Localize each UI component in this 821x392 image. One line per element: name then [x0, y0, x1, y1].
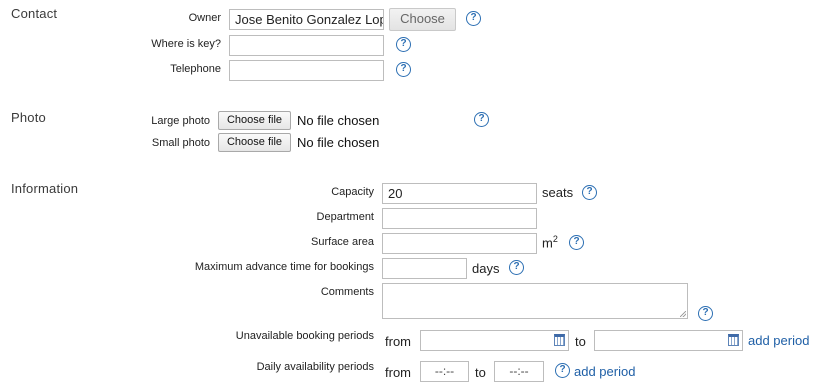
telephone-input[interactable]: [229, 60, 384, 81]
calendar-icon[interactable]: [728, 334, 739, 346]
daily-to-label: to: [475, 365, 486, 380]
daily-from-label: from: [385, 365, 411, 380]
unavailable-from-date-input[interactable]: [420, 330, 569, 351]
small-photo-file-status: No file chosen: [297, 135, 380, 150]
help-icon[interactable]: ?: [582, 185, 597, 200]
where-is-key-label: Where is key?: [151, 38, 221, 50]
help-icon[interactable]: ?: [569, 235, 584, 250]
daily-availability-label: Daily availability periods: [256, 361, 374, 373]
surface-area-label: Surface area: [311, 236, 374, 248]
max-advance-unit: days: [472, 261, 500, 276]
comments-textarea[interactable]: [382, 283, 688, 319]
capacity-input[interactable]: 20: [382, 183, 537, 204]
help-icon[interactable]: ?: [396, 37, 411, 52]
section-title-photo: Photo: [11, 110, 46, 125]
section-title-contact: Contact: [11, 6, 58, 21]
large-photo-file-status: No file chosen: [297, 113, 380, 128]
add-daily-period-link[interactable]: add period: [574, 364, 635, 379]
unavailable-periods-label: Unavailable booking periods: [235, 330, 374, 342]
resize-grip-icon[interactable]: [680, 311, 686, 317]
large-photo-choose-file-button[interactable]: Choose file: [218, 111, 291, 130]
telephone-label: Telephone: [170, 63, 221, 75]
help-icon[interactable]: ?: [555, 363, 570, 378]
help-icon[interactable]: ?: [396, 62, 411, 77]
section-title-information: Information: [11, 181, 79, 196]
add-unavailable-period-link[interactable]: add period: [748, 333, 809, 348]
comments-label: Comments: [320, 286, 374, 298]
department-input[interactable]: [382, 208, 537, 229]
unavailable-to-label: to: [575, 334, 586, 349]
owner-input[interactable]: Jose Benito Gonzalez Lop: [229, 9, 384, 30]
daily-to-time-input[interactable]: --:--: [494, 361, 544, 382]
where-is-key-input[interactable]: [229, 35, 384, 56]
owner-choose-button[interactable]: Choose: [389, 8, 456, 31]
daily-from-time-input[interactable]: --:--: [420, 361, 469, 382]
small-photo-choose-file-button[interactable]: Choose file: [218, 133, 291, 152]
owner-label: Owner: [188, 12, 221, 24]
max-advance-input[interactable]: [382, 258, 467, 279]
unavailable-to-date-input[interactable]: [594, 330, 743, 351]
department-label: Department: [316, 211, 374, 223]
help-icon[interactable]: ?: [466, 11, 481, 26]
small-photo-label: Small photo: [151, 137, 210, 149]
surface-area-unit: m2: [542, 234, 558, 251]
help-icon[interactable]: ?: [474, 112, 489, 127]
capacity-label: Capacity: [331, 186, 374, 198]
calendar-icon[interactable]: [554, 334, 565, 346]
max-advance-label: Maximum advance time for bookings: [194, 261, 374, 273]
unavailable-from-label: from: [385, 334, 411, 349]
help-icon[interactable]: ?: [698, 306, 713, 321]
surface-area-input[interactable]: [382, 233, 537, 254]
large-photo-label: Large photo: [151, 115, 210, 127]
capacity-unit: seats: [542, 185, 574, 200]
help-icon[interactable]: ?: [509, 260, 524, 275]
